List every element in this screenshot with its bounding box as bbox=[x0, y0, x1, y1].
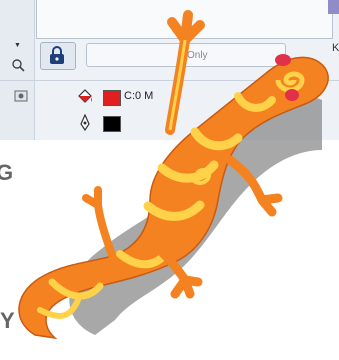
outline-value: K Hairline bbox=[208, 118, 256, 130]
lock-option-input[interactable]: Only bbox=[86, 43, 286, 67]
purple-tab[interactable] bbox=[328, 0, 339, 14]
top-panel bbox=[36, 0, 333, 39]
property-panel: ▼ Only K C:0 M K Hairline bbox=[0, 0, 339, 140]
divider bbox=[0, 80, 339, 81]
pen-nib-icon bbox=[80, 114, 90, 132]
lock-button[interactable] bbox=[40, 42, 76, 70]
k-label: K bbox=[332, 42, 339, 54]
screen-record-icon[interactable] bbox=[14, 90, 28, 102]
lock-icon bbox=[50, 46, 64, 64]
fill-value: C:0 M bbox=[124, 90, 154, 102]
outline-color-swatch[interactable] bbox=[103, 116, 121, 132]
text-fragment-g: G bbox=[0, 160, 14, 185]
text-fragment-y: Y bbox=[0, 308, 15, 333]
fill-color-swatch[interactable] bbox=[103, 90, 121, 106]
zoom-icon[interactable] bbox=[11, 58, 25, 72]
fill-bucket-icon bbox=[78, 89, 92, 103]
scroll-down-arrow-icon[interactable]: ▼ bbox=[14, 42, 21, 49]
